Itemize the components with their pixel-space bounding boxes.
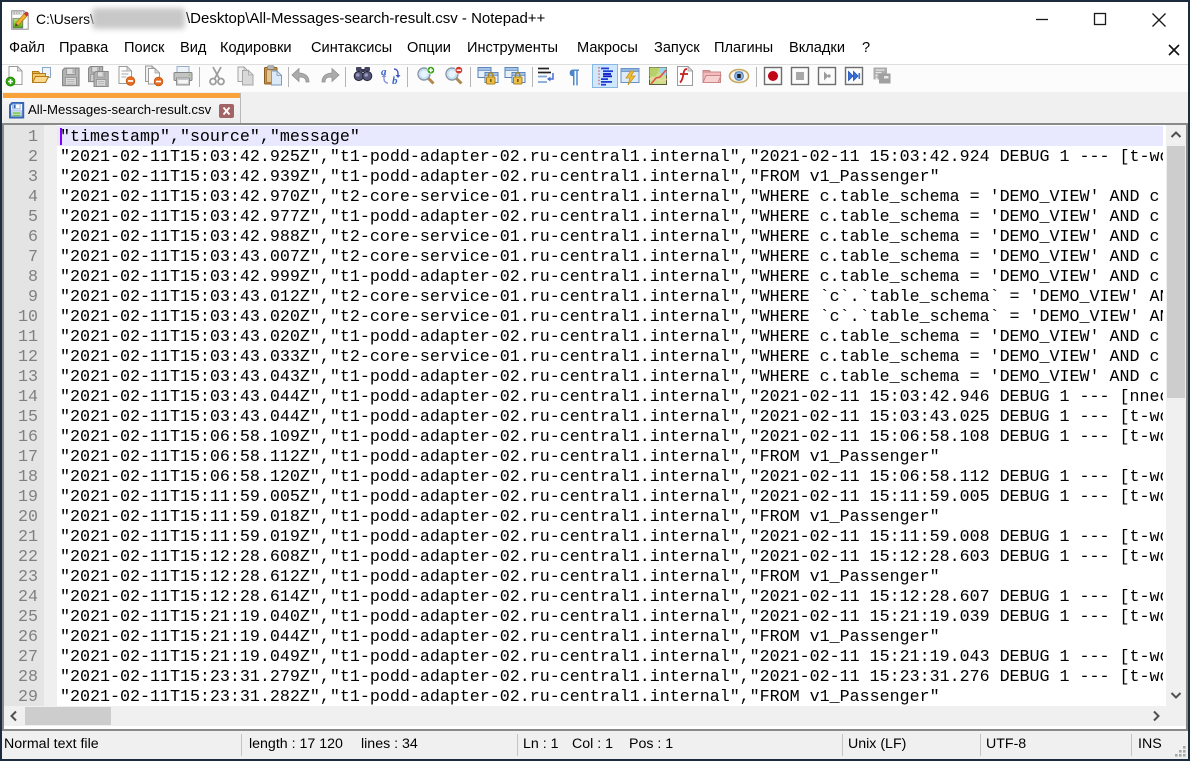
svg-text:¶: ¶ <box>569 67 580 87</box>
